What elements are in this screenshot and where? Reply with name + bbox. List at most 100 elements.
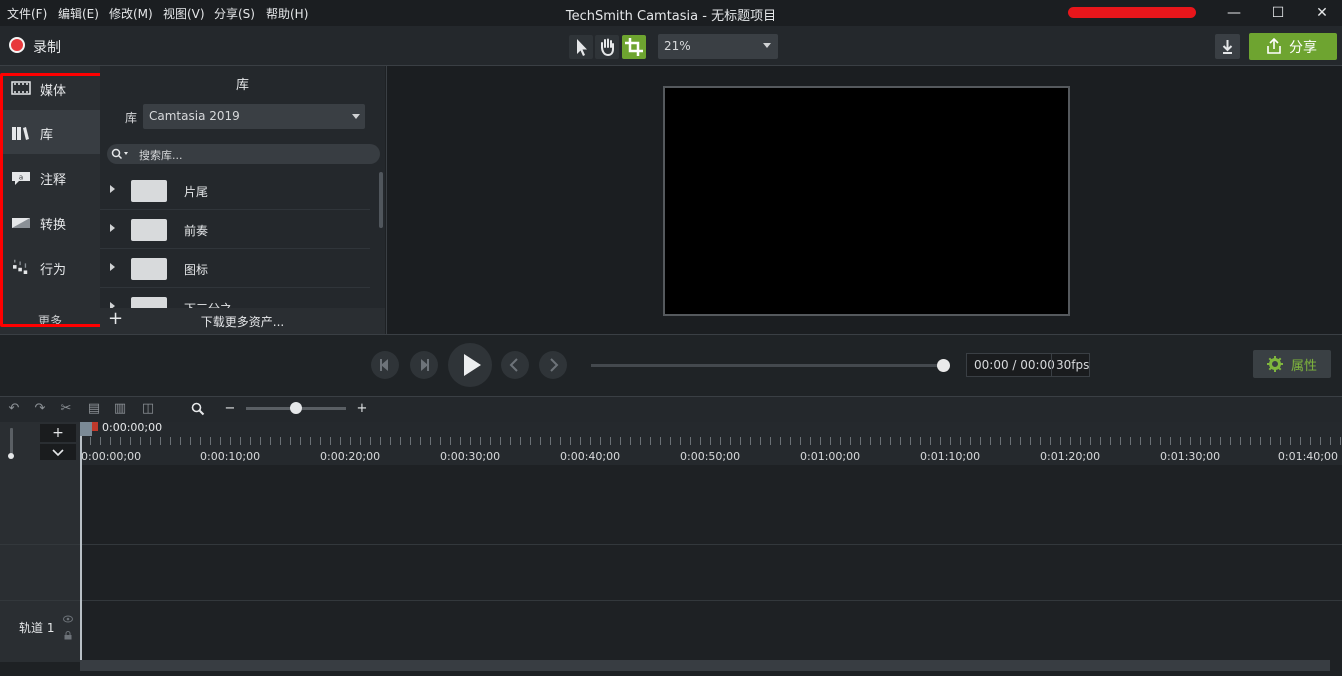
library-scrollbar[interactable] xyxy=(379,172,383,228)
share-label: 分享 xyxy=(1289,40,1317,56)
playhead-line[interactable] xyxy=(80,422,82,662)
chevron-right-icon xyxy=(550,358,559,372)
expand-arrow-icon[interactable] xyxy=(110,263,115,271)
step-back-icon xyxy=(380,359,388,371)
ruler-tick-label: 0:01:30;00 xyxy=(1160,450,1221,463)
expand-arrow-icon[interactable] xyxy=(110,224,115,232)
ruler-tick-label: 0:00:50;00 xyxy=(680,450,741,463)
previous-marker-button[interactable] xyxy=(501,351,529,379)
playhead-marker xyxy=(92,422,98,431)
ruler-tick-label: 0:00:20;00 xyxy=(320,450,381,463)
step-back-button[interactable] xyxy=(371,351,399,379)
playhead-handle[interactable] xyxy=(80,422,92,436)
folder-icon xyxy=(131,297,167,308)
track-height-handle[interactable] xyxy=(8,453,14,459)
folder-label: 下三分之一 xyxy=(184,300,244,308)
scrub-bar[interactable] xyxy=(591,364,943,367)
folder-label: 片尾 xyxy=(184,185,209,199)
play-icon xyxy=(464,354,481,376)
folder-icon xyxy=(131,219,167,241)
ruler-tick-label: 0:01:40;00 xyxy=(1277,450,1338,463)
ruler-tick-label: 0:00:30;00 xyxy=(440,450,501,463)
library-selector-label: 库 xyxy=(125,111,138,125)
select-tool-button[interactable] xyxy=(569,35,593,59)
record-button[interactable]: 录制 xyxy=(33,37,61,57)
track-options-button[interactable] xyxy=(40,444,76,460)
undo-icon[interactable]: ↶ xyxy=(6,401,22,417)
expand-arrow-icon[interactable] xyxy=(110,185,115,193)
add-track-button[interactable]: + xyxy=(40,424,76,442)
ruler-tick-label: 0:00:00;00 xyxy=(81,450,142,463)
zoom-in-icon[interactable]: + xyxy=(354,401,370,417)
library-footer: + 下载更多资产... xyxy=(100,308,385,334)
download-icon xyxy=(1222,40,1233,54)
library-folder-row[interactable]: 下三分之一 xyxy=(100,288,370,308)
chevron-left-icon xyxy=(509,358,518,372)
lock-icon[interactable] xyxy=(64,631,72,640)
zoom-select[interactable]: 21% xyxy=(658,34,778,59)
step-forward-button[interactable] xyxy=(410,351,438,379)
chevron-down-icon xyxy=(763,43,771,48)
play-button[interactable] xyxy=(448,343,492,387)
download-more-assets-link[interactable]: 下载更多资产... xyxy=(120,313,365,330)
folder-label: 前奏 xyxy=(184,224,209,238)
library-folder-row[interactable]: 片尾 xyxy=(100,171,370,210)
next-marker-button[interactable] xyxy=(539,351,567,379)
ruler-ticks xyxy=(80,437,1342,445)
gear-icon xyxy=(1267,356,1283,372)
track-separator xyxy=(0,600,1342,601)
minimize-button[interactable]: — xyxy=(1224,4,1244,22)
paste-icon[interactable]: ▥ xyxy=(112,401,128,417)
share-icon xyxy=(1267,38,1281,54)
crop-tool-button[interactable] xyxy=(622,35,646,59)
track-area[interactable] xyxy=(80,465,1342,662)
time-readout: 00:00 / 00:00 xyxy=(974,358,1055,372)
zoom-icon xyxy=(191,402,205,416)
track-1-label: 轨道 1 xyxy=(19,621,55,635)
library-select[interactable]: Camtasia 2019 xyxy=(143,104,365,129)
playhead-time: 0:00:00;00 xyxy=(102,421,163,434)
search-icon xyxy=(111,148,128,160)
folder-icon xyxy=(131,180,167,202)
redo-icon[interactable]: ↷ xyxy=(32,401,48,417)
cursor-icon xyxy=(577,39,587,56)
preview-canvas[interactable] xyxy=(663,86,1070,316)
redaction-mark xyxy=(1068,7,1196,18)
zoom-out-icon[interactable]: − xyxy=(222,401,238,417)
timeline-zoom-handle[interactable] xyxy=(290,402,302,414)
crop-icon xyxy=(625,38,643,56)
ruler-tick-label: 0:01:10;00 xyxy=(920,450,981,463)
time-display: 00:00 / 00:00 30fps xyxy=(966,353,1090,377)
eye-icon[interactable] xyxy=(63,615,73,623)
chevron-down-icon xyxy=(352,114,360,119)
cut-icon[interactable]: ✂ xyxy=(58,401,74,417)
close-button[interactable]: ✕ xyxy=(1312,4,1332,22)
folder-icon xyxy=(131,258,167,280)
step-forward-icon xyxy=(421,359,429,371)
chevron-down-icon xyxy=(52,449,64,457)
ruler-tick-label: 0:00:40;00 xyxy=(560,450,621,463)
track-separator xyxy=(0,544,1342,545)
timeline-horizontal-scrollbar[interactable] xyxy=(80,660,1330,671)
ruler-tick-label: 0:01:00;00 xyxy=(800,450,861,463)
library-folder-row[interactable]: 图标 xyxy=(100,249,370,288)
fps-readout: 30fps xyxy=(1056,358,1090,372)
maximize-button[interactable]: ☐ xyxy=(1268,4,1288,22)
share-button[interactable]: 分享 xyxy=(1249,33,1337,60)
ruler-tick-label: 0:01:20;00 xyxy=(1040,450,1101,463)
record-icon[interactable] xyxy=(9,37,25,53)
library-search-input[interactable]: 搜索库... xyxy=(107,144,380,164)
library-panel: 库 库 Camtasia 2019 搜索库... 片尾 前奏 图标 下三分之一 xyxy=(100,66,385,334)
split-icon[interactable]: ◫ xyxy=(140,401,156,417)
properties-button[interactable]: 属性 xyxy=(1253,350,1331,378)
pan-tool-button[interactable] xyxy=(595,35,619,59)
scrub-handle[interactable] xyxy=(937,359,950,372)
copy-icon[interactable]: ▤ xyxy=(86,401,102,417)
library-title: 库 xyxy=(235,78,249,93)
download-button[interactable] xyxy=(1215,34,1240,59)
library-folder-row[interactable]: 前奏 xyxy=(100,210,370,249)
ruler-tick-label: 0:00:10;00 xyxy=(200,450,261,463)
hand-icon xyxy=(601,38,614,57)
folder-label: 图标 xyxy=(184,263,209,277)
time-divider xyxy=(1051,354,1052,376)
